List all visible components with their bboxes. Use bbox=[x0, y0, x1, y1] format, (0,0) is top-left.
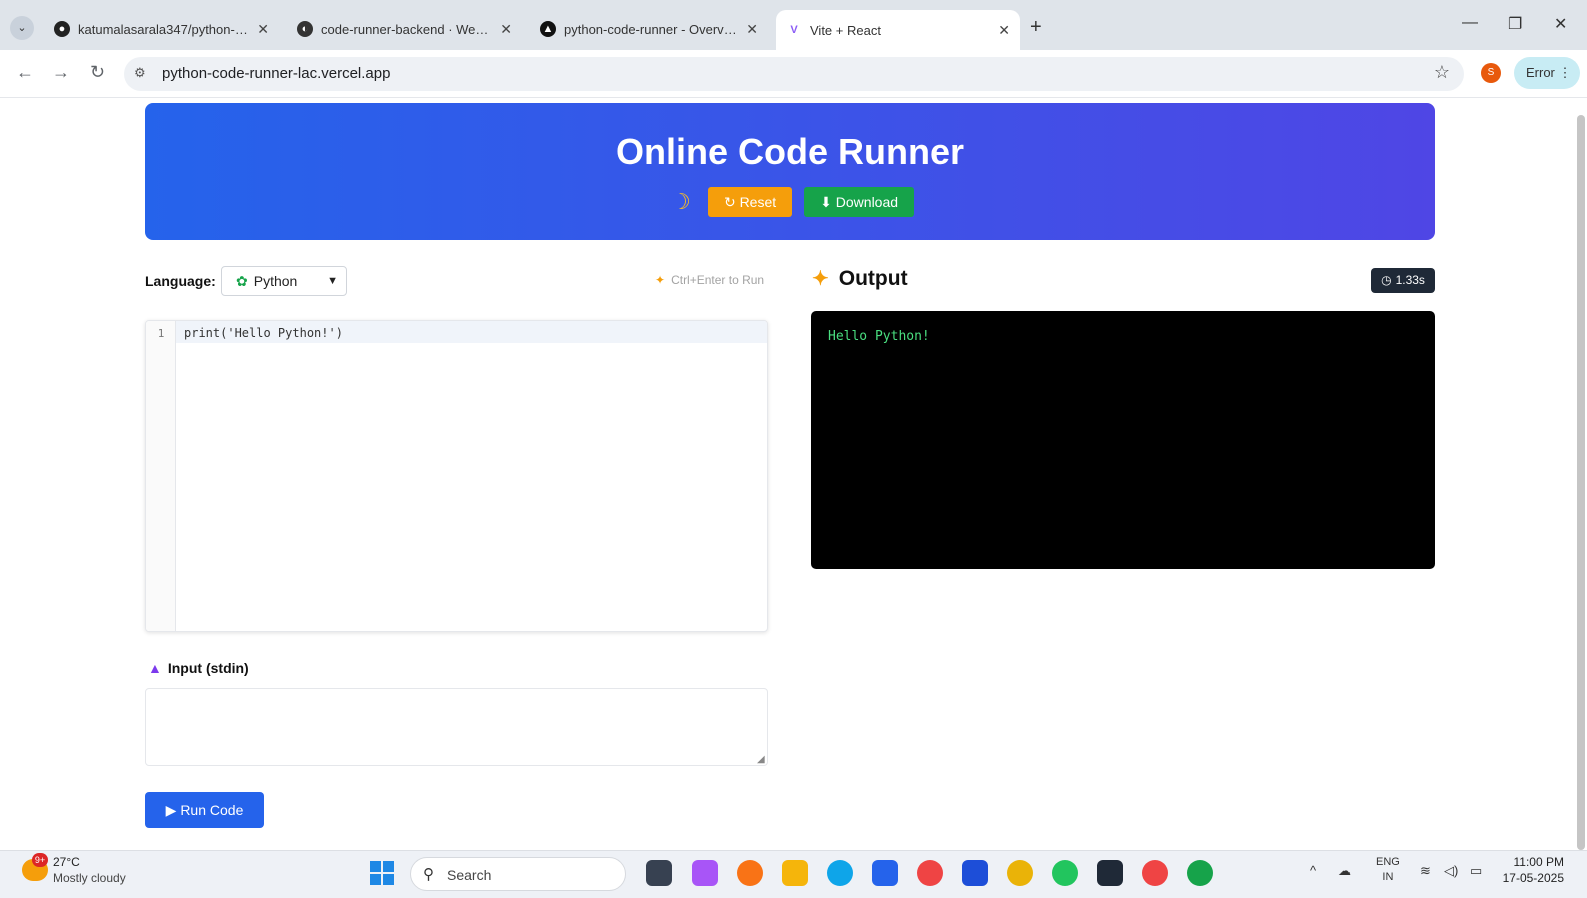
tab-search-icon[interactable]: ⌄ bbox=[10, 16, 34, 40]
close-icon[interactable]: ✕ bbox=[746, 21, 758, 38]
python-icon: ✿ bbox=[236, 273, 248, 289]
code-editor[interactable]: 1 print('Hello Python!') bbox=[145, 320, 768, 632]
tab-vercel[interactable]: ▲ python-code-runner - Overview ✕ bbox=[530, 12, 768, 46]
editor-gutter: 1 bbox=[146, 321, 176, 631]
close-icon[interactable]: ✕ bbox=[998, 22, 1010, 39]
url-text[interactable]: python-code-runner-lac.vercel.app bbox=[162, 65, 390, 82]
clock-icon: ◷ bbox=[1381, 273, 1392, 287]
vite-icon: V bbox=[790, 24, 798, 36]
restore-icon[interactable]: ❐ bbox=[1508, 14, 1522, 34]
sparkle-icon: ✦ bbox=[812, 268, 829, 290]
reset-button[interactable]: ↻ Reset bbox=[707, 187, 793, 217]
weather-temperature[interactable]: 27°C bbox=[53, 855, 80, 869]
language-select[interactable]: ✿ Python ▼ bbox=[221, 266, 347, 296]
execution-time: 1.33s bbox=[1395, 273, 1425, 287]
taskbar-search[interactable]: ⚲ Search bbox=[410, 857, 626, 891]
error-label: Error bbox=[1526, 65, 1555, 80]
weather-description[interactable]: Mostly cloudy bbox=[53, 871, 126, 885]
output-heading: ✦ Output bbox=[812, 266, 908, 291]
vercel-icon: ▲ bbox=[540, 21, 556, 37]
close-icon[interactable]: ✕ bbox=[500, 21, 512, 38]
reload-icon[interactable]: ↻ bbox=[90, 62, 105, 83]
new-tab-icon[interactable]: + bbox=[1030, 16, 1042, 39]
page-scrollbar[interactable] bbox=[1577, 115, 1585, 850]
download-button[interactable]: ⬇ Download bbox=[804, 187, 915, 217]
search-placeholder: Search bbox=[447, 867, 492, 883]
play-icon: ▶ bbox=[165, 801, 177, 818]
chevron-down-icon: ▼ bbox=[327, 275, 338, 287]
execution-time-badge: ◷ 1.33s bbox=[1371, 268, 1435, 293]
close-icon[interactable]: ✕ bbox=[257, 21, 269, 38]
page-title: Online Code Runner bbox=[615, 131, 964, 172]
chrome-profile-icon[interactable] bbox=[917, 860, 943, 886]
stdin-input[interactable] bbox=[145, 688, 768, 766]
output-panel: Hello Python! bbox=[811, 311, 1435, 569]
forward-icon[interactable]: → bbox=[52, 62, 70, 83]
vscode-icon[interactable] bbox=[962, 860, 988, 886]
address-bar[interactable]: ⚙ python-code-runner-lac.vercel.app ☆ bbox=[124, 57, 1464, 91]
tab-github[interactable]: ● katumalasarala347/python-cod ✕ bbox=[44, 12, 279, 46]
clock-date[interactable]: 17-05-2025 bbox=[1494, 871, 1564, 885]
language-code: ENG bbox=[1376, 856, 1400, 868]
firefox-icon[interactable] bbox=[737, 860, 763, 886]
shortcut-hint: ✦ Ctrl+Enter to Run bbox=[655, 273, 764, 287]
volume-icon[interactable]: ◁) bbox=[1444, 863, 1458, 879]
region-code: IN bbox=[1382, 871, 1394, 883]
more-menu-icon[interactable]: ⋮ bbox=[1559, 65, 1572, 80]
battery-icon[interactable]: ▭ bbox=[1470, 863, 1482, 879]
stdin-label: Input (stdin) bbox=[167, 660, 249, 676]
output-text: Hello Python! bbox=[828, 329, 930, 344]
lightbulb-icon: ✦ bbox=[655, 273, 666, 287]
task-view-icon[interactable] bbox=[646, 860, 672, 886]
wifi-icon[interactable]: ≋ bbox=[1420, 863, 1431, 879]
dark-mode-toggle-icon[interactable]: ☽ bbox=[666, 189, 696, 215]
onedrive-icon[interactable]: ☁ bbox=[1338, 863, 1351, 879]
site-info-icon[interactable]: ⚙ bbox=[134, 65, 146, 81]
chrome-icon[interactable] bbox=[1007, 860, 1033, 886]
browser-tabstrip: ⌄ ● katumalasarala347/python-cod ✕ ◐ cod… bbox=[0, 0, 1587, 50]
notification-badge: 9+ bbox=[32, 853, 48, 867]
tab-render[interactable]: ◐ code-runner-backend · Web S ✕ bbox=[287, 12, 522, 46]
search-icon: ⚲ bbox=[423, 866, 434, 883]
back-icon[interactable]: ← bbox=[16, 62, 34, 83]
store-icon[interactable] bbox=[872, 860, 898, 886]
output-title: Output bbox=[838, 266, 908, 290]
app-header: Online Code Runner ☽ ↻ Reset ⬇ Download bbox=[145, 103, 1435, 240]
terminal-icon[interactable] bbox=[1097, 860, 1123, 886]
input-icon: ▲ bbox=[148, 660, 162, 676]
run-code-button[interactable]: ▶ Run Code bbox=[145, 792, 264, 828]
chrome-active-icon[interactable] bbox=[1142, 860, 1168, 886]
edge-icon[interactable] bbox=[827, 860, 853, 886]
bookmark-star-icon[interactable]: ☆ bbox=[1434, 62, 1450, 83]
spotify-icon[interactable] bbox=[1052, 860, 1078, 886]
line-number: 1 bbox=[157, 327, 165, 340]
window-close-icon[interactable]: ✕ bbox=[1554, 14, 1567, 34]
tab-vite-react[interactable]: V Vite + React ✕ bbox=[776, 10, 1020, 50]
error-button[interactable]: Error ⋮ bbox=[1514, 57, 1580, 89]
browser-toolbar: ← → ↻ ⚙ python-code-runner-lac.vercel.ap… bbox=[0, 50, 1587, 98]
windows-taskbar: 9+ 27°C Mostly cloudy ⚲ Search ^ ☁ ENG I… bbox=[0, 850, 1587, 898]
profile-avatar[interactable]: S bbox=[1481, 63, 1501, 83]
code-line[interactable]: print('Hello Python!') bbox=[184, 326, 343, 340]
language-value: Python bbox=[253, 273, 298, 289]
input-language[interactable]: ENG IN bbox=[1376, 855, 1400, 885]
header-actions: ☽ ↻ Reset ⬇ Download bbox=[145, 187, 1435, 217]
language-label: Language: bbox=[145, 273, 216, 289]
stdin-heading: ▲ Input (stdin) bbox=[148, 660, 249, 676]
render-icon: ◐ bbox=[297, 21, 313, 37]
whatsapp-icon[interactable] bbox=[1187, 860, 1213, 886]
shortcut-hint-text: Ctrl+Enter to Run bbox=[671, 273, 765, 287]
windows-start-icon[interactable] bbox=[370, 861, 394, 885]
copilot-icon[interactable] bbox=[692, 860, 718, 886]
tray-chevron-icon[interactable]: ^ bbox=[1310, 863, 1316, 878]
github-icon: ● bbox=[54, 21, 70, 37]
resize-handle-icon[interactable]: ◢ bbox=[757, 754, 765, 765]
run-label: Run Code bbox=[180, 801, 244, 818]
clock-time[interactable]: 11:00 PM bbox=[1500, 855, 1564, 869]
minimize-icon[interactable]: — bbox=[1462, 14, 1478, 32]
file-explorer-icon[interactable] bbox=[782, 860, 808, 886]
